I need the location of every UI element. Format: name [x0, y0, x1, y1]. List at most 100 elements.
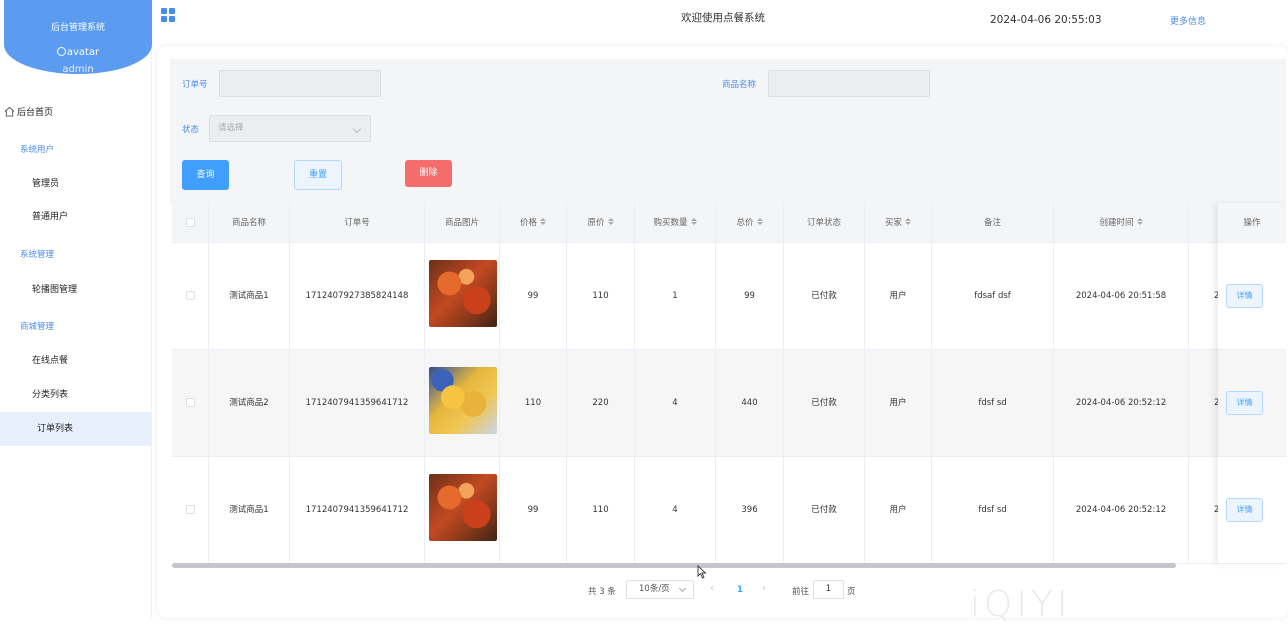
- sidebar-item-users[interactable]: 普通用户: [0, 200, 152, 234]
- avatar-alt: avatar: [66, 47, 100, 58]
- product-image[interactable]: [429, 260, 497, 327]
- sidebar: 后台管理系统 avatar admin 后台首页 系统用户 管理员 普通用户 系…: [0, 0, 152, 618]
- more-info-link[interactable]: 更多信息: [1170, 14, 1206, 27]
- avatar-icon: [56, 47, 66, 56]
- row-checkbox-cell: [172, 243, 209, 349]
- filter-panel: 订单号 商品名称 状态 请选择 查询 重置 删除: [170, 59, 1286, 206]
- cell-note: fdsf sd: [932, 457, 1054, 563]
- status-placeholder: 请选择: [218, 123, 244, 133]
- sidebar-group-system-users[interactable]: 系统用户: [0, 133, 152, 167]
- row-checkbox[interactable]: [185, 505, 195, 514]
- next-page-icon[interactable]: ›: [762, 583, 766, 594]
- col-order-status: 订单状态: [784, 203, 865, 243]
- cell-buyer: 用户: [865, 350, 932, 456]
- page-unit-label: 页: [847, 587, 856, 597]
- menu-grid-icon[interactable]: [161, 8, 175, 22]
- sidebar-item-admins[interactable]: 管理员: [0, 167, 152, 201]
- cell-created-time: 2024-04-06 20:52:12: [1054, 457, 1189, 563]
- cell-price: 110: [500, 350, 567, 456]
- action-cell: 详情: [1218, 243, 1286, 350]
- sidebar-item-online-order[interactable]: 在线点餐: [0, 344, 152, 378]
- goto-label: 前往: [792, 587, 810, 597]
- current-datetime: 2024-04-06 20:55:03: [990, 14, 1102, 26]
- cell-price: 99: [500, 243, 567, 349]
- product-name-label: 商品名称: [722, 80, 757, 90]
- detail-button[interactable]: 详情: [1226, 391, 1263, 415]
- cell-product-name: 测试商品1: [209, 243, 290, 349]
- col-action: 操作: [1218, 203, 1286, 243]
- sidebar-item-categories[interactable]: 分类列表: [0, 378, 152, 412]
- avatar[interactable]: avatar: [4, 47, 152, 58]
- row-checkbox[interactable]: [185, 291, 195, 300]
- col-quantity[interactable]: 购买数量: [635, 203, 716, 243]
- prev-page-icon[interactable]: ‹: [710, 583, 714, 594]
- col-created-time[interactable]: 创建时间: [1054, 203, 1189, 243]
- product-image[interactable]: [429, 474, 497, 541]
- sort-icon[interactable]: [1136, 218, 1143, 225]
- col-original-price[interactable]: 原价: [567, 203, 635, 243]
- product-name-input[interactable]: [768, 70, 930, 97]
- col-buyer[interactable]: 买家: [865, 203, 932, 243]
- search-button[interactable]: 查询: [182, 160, 229, 190]
- sort-icon[interactable]: [690, 218, 697, 225]
- page-number[interactable]: 1: [737, 585, 743, 595]
- sidebar-group-system-manage[interactable]: 系统管理: [0, 238, 152, 272]
- cell-order-status: 已付款: [784, 457, 865, 563]
- col-total[interactable]: 总价: [716, 203, 784, 243]
- cell-order-status: 已付款: [784, 350, 865, 456]
- goto-page-input[interactable]: 1: [813, 580, 844, 599]
- select-all-checkbox[interactable]: [185, 218, 195, 227]
- chevron-down-icon: [352, 124, 362, 134]
- cell-order-status: 已付款: [784, 243, 865, 349]
- col-price[interactable]: 价格: [500, 203, 567, 243]
- row-checkbox-cell: [172, 457, 209, 563]
- cell-buyer: 用户: [865, 243, 932, 349]
- cell-order-no: 1712407941359641712: [290, 457, 425, 563]
- system-title: 后台管理系统: [50, 23, 105, 33]
- mouse-cursor-icon: [697, 565, 707, 579]
- select-all-cell: [172, 203, 209, 243]
- cell-created-time: 2024-04-06 20:52:12: [1054, 350, 1189, 456]
- status-select[interactable]: 请选择: [209, 115, 371, 142]
- sidebar-item-carousel[interactable]: 轮播图管理: [0, 273, 152, 307]
- cell-order-no: 1712407927385824148: [290, 243, 425, 349]
- sidebar-item-home[interactable]: 后台首页: [0, 96, 152, 130]
- col-order-no: 订单号: [290, 203, 425, 243]
- sidebar-group-mall-manage[interactable]: 商城管理: [0, 310, 152, 344]
- cell-total: 99: [716, 243, 784, 349]
- table-row[interactable]: 测试商品2 1712407941359641712 110 220 4 440 …: [172, 350, 1286, 457]
- sidebar-item-label: 后台首页: [17, 108, 54, 118]
- status-label: 状态: [182, 125, 200, 135]
- col-product-image: 商品图片: [425, 203, 500, 243]
- sort-icon[interactable]: [905, 218, 911, 225]
- horizontal-scrollbar[interactable]: [172, 563, 1286, 568]
- reset-button[interactable]: 重置: [294, 160, 342, 190]
- table-row[interactable]: 测试商品1 1712407927385824148 99 110 1 99 已付…: [172, 243, 1286, 350]
- table-row[interactable]: 测试商品1 1712407941359641712 99 110 4 396 已…: [172, 457, 1286, 564]
- sort-icon[interactable]: [540, 218, 546, 225]
- col-note: 备注: [932, 203, 1054, 243]
- detail-button[interactable]: 详情: [1226, 498, 1263, 522]
- detail-button[interactable]: 详情: [1226, 284, 1263, 308]
- sidebar-item-orders[interactable]: 订单列表: [0, 412, 152, 446]
- cell-note: fdsaf dsf: [932, 243, 1054, 349]
- product-image[interactable]: [429, 367, 497, 434]
- order-no-label: 订单号: [182, 80, 208, 90]
- cell-original-price: 110: [567, 457, 635, 563]
- pagination: 共 3 条 10条/页 ‹ 1 › 前往 1 页: [157, 580, 1288, 600]
- scrollbar-thumb[interactable]: [172, 563, 1176, 568]
- sort-icon[interactable]: [756, 218, 763, 225]
- row-checkbox[interactable]: [185, 398, 195, 407]
- order-no-input[interactable]: [219, 70, 381, 97]
- table-header: 商品名称 订单号 商品图片 价格 原价 购买数量 总价 订单状态 买家 备注 创…: [172, 203, 1286, 243]
- cell-total: 440: [716, 350, 784, 456]
- chevron-down-icon: [678, 584, 687, 593]
- cell-quantity: 4: [635, 457, 716, 563]
- action-cell: 详情: [1218, 457, 1286, 564]
- delete-button[interactable]: 删除: [405, 160, 452, 187]
- sort-icon[interactable]: [607, 218, 614, 225]
- cell-product-image: [425, 457, 500, 563]
- cell-product-image: [425, 243, 500, 349]
- video-watermark: iQIYI: [970, 584, 1072, 625]
- page-size-select[interactable]: 10条/页: [626, 580, 694, 599]
